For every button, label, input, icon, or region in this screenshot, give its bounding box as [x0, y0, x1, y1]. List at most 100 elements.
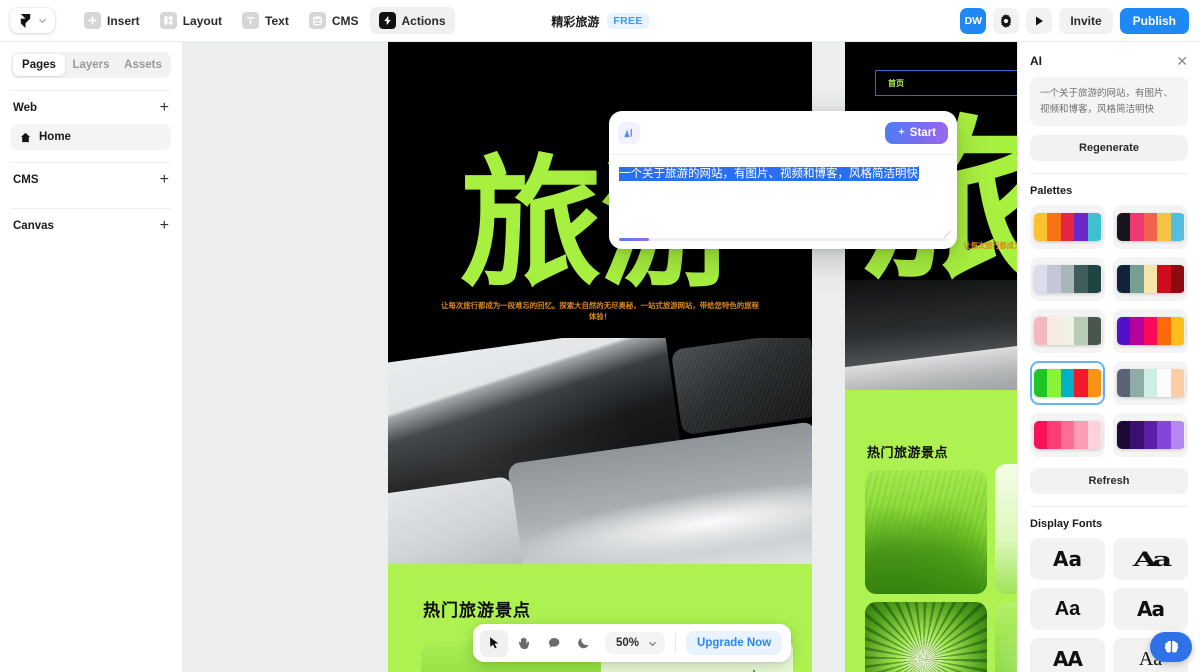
left-sidebar: Pages Layers Assets Web + Home CMS + Can… [0, 42, 183, 672]
dark-mode-button[interactable] [570, 630, 598, 657]
ai-start-button[interactable]: Start [884, 121, 948, 144]
app-logo-menu-button[interactable] [10, 8, 55, 33]
attraction-thumb-bamboo[interactable] [865, 602, 987, 672]
artboard-secondary-attractions-heading: 热门旅游景点 [867, 445, 949, 460]
ai-panel: AI ✕ 一个关于旅游的网站，有图片、视频和博客，风格简洁明快 Regenera… [1017, 42, 1200, 672]
tab-pages[interactable]: Pages [13, 54, 65, 76]
ai-assistant-fab[interactable] [1150, 632, 1192, 662]
palette-option-5[interactable] [1030, 309, 1105, 354]
toolbar-insert-button[interactable]: Insert [75, 7, 149, 34]
font-option-2[interactable]: Aa [1113, 538, 1188, 581]
font-option-5[interactable]: AA [1030, 638, 1105, 672]
refresh-palettes-button[interactable]: Refresh [1030, 468, 1188, 495]
ai-panel-title: AI [1030, 54, 1042, 68]
palette-option-7-selected[interactable] [1030, 361, 1105, 406]
comment-tool-button[interactable] [540, 630, 568, 657]
close-icon[interactable]: ✕ [1176, 54, 1188, 68]
toolbar-text-button[interactable]: Text [233, 7, 298, 34]
sidebar-section-canvas[interactable]: Canvas + [0, 209, 182, 242]
ai-prompt-body[interactable]: 一个关于旅游的网站，有图片、视频和博客，风格简洁明快 [609, 155, 957, 249]
sidebar-section-cms-label: CMS [13, 174, 39, 186]
sidebar-section-canvas-label: Canvas [13, 220, 54, 232]
preview-button[interactable] [1026, 7, 1053, 34]
cursor-arrow-icon [490, 637, 499, 649]
palette-option-10[interactable] [1113, 413, 1188, 458]
publish-button[interactable]: Publish [1119, 7, 1189, 34]
pan-tool-button[interactable] [510, 630, 538, 657]
toolbar-divider [675, 633, 677, 653]
zoom-level-select[interactable]: 50% [605, 632, 666, 654]
toolbar-actions-label: Actions [401, 13, 446, 28]
palette-option-6[interactable] [1113, 309, 1188, 354]
palette-swatch [1116, 317, 1185, 346]
chevron-down-icon [649, 641, 656, 646]
hero-subtitle: 让每次旅行都成为一段难忘的回忆。探索大自然的无尽奥秘，一站式旅游网站，带给您特色… [441, 301, 759, 322]
palettes-label: Palettes [1030, 185, 1073, 198]
attraction-thumb-mountains[interactable] [865, 470, 987, 594]
palette-option-8[interactable] [1113, 361, 1188, 406]
add-canvas-icon[interactable]: + [160, 218, 169, 234]
sidebar-section-web[interactable]: Web + [0, 91, 182, 124]
add-cms-collection-icon[interactable]: + [160, 172, 169, 188]
ai-panel-prompt-text: 一个关于旅游的网站，有图片、视频和博客，风格简洁明快 [1030, 77, 1188, 127]
home-icon [20, 132, 31, 142]
ai-panel-divider-1 [1030, 173, 1188, 175]
attractions-heading: 热门旅游景点 [423, 601, 531, 620]
toolbar-tool-group: Insert Layout Text CMS Actions [75, 7, 455, 34]
settings-button[interactable] [993, 7, 1020, 34]
palette-option-9[interactable] [1030, 413, 1105, 458]
palette-option-3[interactable] [1030, 257, 1105, 302]
gear-icon [1001, 13, 1012, 28]
tab-assets[interactable]: Assets [117, 54, 169, 76]
font-option-1[interactable]: Aa [1030, 538, 1105, 581]
palette-swatch [1033, 265, 1102, 294]
layout-columns-icon [159, 12, 177, 29]
text-t-icon [242, 12, 260, 29]
avatar[interactable]: DW [960, 7, 987, 34]
app-root: Insert Layout Text CMS Actions 精彩旅游 FREE… [0, 0, 1200, 672]
invite-button[interactable]: Invite [1059, 7, 1113, 34]
ai-sparkle-icon [618, 121, 640, 144]
sidebar-tabs: Pages Layers Assets [11, 52, 171, 78]
resize-grip-icon[interactable] [942, 222, 951, 231]
ai-panel-divider-2 [1030, 506, 1188, 508]
tab-layers[interactable]: Layers [65, 54, 117, 76]
toolbar-layout-button[interactable]: Layout [151, 7, 231, 34]
palette-swatch [1116, 421, 1185, 450]
toolbar-insert-label: Insert [107, 13, 140, 28]
plan-badge: FREE [607, 13, 649, 29]
ai-dialog-header: Start [609, 111, 957, 155]
sidebar-item-home[interactable]: Home [11, 124, 171, 150]
sidebar-item-home-label: Home [39, 131, 71, 143]
hand-icon [518, 637, 530, 650]
toolbar-actions-button[interactable]: Actions [369, 7, 455, 34]
sidebar-section-cms[interactable]: CMS + [0, 163, 182, 196]
ai-prompt-input[interactable]: 一个关于旅游的网站，有图片、视频和博客，风格简洁明快 [619, 167, 918, 181]
palette-option-4[interactable] [1113, 257, 1188, 302]
zoom-level-value: 50% [616, 637, 640, 649]
ai-prompt-dialog[interactable]: Start 一个关于旅游的网站，有图片、视频和博客，风格简洁明快 [609, 111, 957, 249]
nav-brand-label: 首页 [888, 78, 904, 88]
font-sample: AA [1053, 647, 1083, 672]
regenerate-button[interactable]: Regenerate [1030, 135, 1188, 162]
upgrade-now-button[interactable]: Upgrade Now [686, 631, 783, 655]
add-web-page-icon[interactable]: + [160, 100, 169, 116]
ai-panel-header: AI ✕ [1018, 42, 1200, 77]
chevron-down-icon [39, 18, 46, 24]
document-title: 精彩旅游 [551, 14, 600, 29]
palette-swatch [1116, 369, 1185, 398]
brain-icon [1164, 640, 1178, 653]
palette-option-1[interactable] [1030, 205, 1105, 250]
toolbar-cms-button[interactable]: CMS [300, 7, 368, 34]
display-fonts-label: Display Fonts [1030, 518, 1103, 531]
palette-option-2[interactable] [1113, 205, 1188, 250]
font-option-3[interactable]: Aa [1030, 588, 1105, 631]
palette-swatch [1033, 213, 1102, 242]
select-tool-button[interactable] [480, 629, 508, 657]
text-caret [918, 166, 919, 179]
ai-progress-bar [619, 238, 947, 241]
font-option-4[interactable]: Aa [1113, 588, 1188, 631]
toolbar-text-label: Text [265, 13, 289, 28]
lightning-bolt-icon [378, 12, 396, 29]
font-sample: Aa [1054, 598, 1081, 621]
